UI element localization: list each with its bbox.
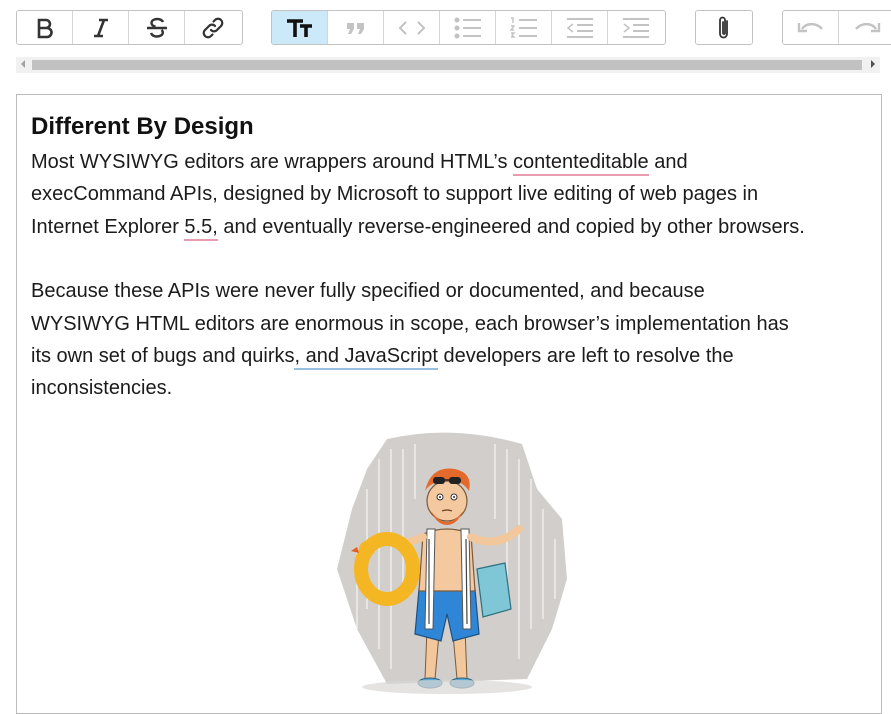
- paragraph-1-line-1-b: and: [648, 151, 688, 173]
- link-button[interactable]: [185, 11, 241, 44]
- misspelled-word[interactable]: contenteditable: [513, 151, 649, 176]
- paragraph-1-line-3-b: and eventually reverse-engineered and co…: [217, 215, 805, 238]
- quote-button[interactable]: [328, 11, 384, 44]
- paragraph-2: Because these APIs were never fully spec…: [31, 275, 881, 405]
- code-icon: [398, 20, 425, 35]
- document-body[interactable]: Different By Design Most WYSIWYG editors…: [31, 111, 881, 405]
- history-group: [782, 10, 891, 45]
- paperclip-icon: [719, 16, 728, 38]
- editor-toolbar: [0, 0, 891, 56]
- editor-content-area[interactable]: Different By Design Most WYSIWYG editors…: [16, 94, 882, 714]
- bullet-list-icon: [454, 17, 481, 38]
- block-format-group: [271, 10, 666, 45]
- redo-icon: [855, 22, 881, 32]
- outdent-icon: [566, 17, 593, 38]
- undo-icon: [797, 22, 823, 32]
- bold-button[interactable]: [17, 11, 73, 44]
- strikethrough-button[interactable]: [129, 11, 185, 44]
- italic-icon: [93, 18, 108, 37]
- bullet-list-button[interactable]: [440, 11, 496, 44]
- scroll-right-arrow-icon[interactable]: [871, 60, 875, 68]
- text-style-group: [16, 10, 243, 45]
- indent-icon: [623, 17, 649, 38]
- paragraph-1-line-1-a: Most WYSIWYG editors are wrappers around…: [31, 151, 514, 173]
- numbered-list-button[interactable]: [496, 11, 552, 44]
- horizontal-scrollbar[interactable]: [16, 57, 880, 73]
- paragraph-2-line-3-a: its own set of bugs and quirks: [31, 345, 295, 368]
- numbered-list-icon: [509, 16, 537, 38]
- scroll-left-arrow-icon[interactable]: [21, 60, 25, 68]
- man-in-rain-illustration: [337, 432, 567, 694]
- paragraph-2-line-2: WYSIWYG HTML editors are enormous in sco…: [31, 312, 789, 335]
- heading-icon: [286, 18, 312, 37]
- heading-button[interactable]: [272, 11, 328, 44]
- code-button[interactable]: [384, 11, 440, 44]
- redo-button[interactable]: [839, 11, 891, 44]
- paragraph-2-line-3-b: developers are left to resolve the: [437, 345, 734, 368]
- increase-indent-button[interactable]: [608, 11, 664, 44]
- grammar-flagged-text[interactable]: , and JavaScript: [294, 345, 438, 371]
- paragraph-1-line-2: execCommand APIs, designed by Microsoft …: [31, 183, 759, 206]
- italic-button[interactable]: [73, 11, 129, 44]
- paragraph-1-line-3-a: Internet Explorer: [31, 215, 185, 238]
- bold-icon: [37, 18, 53, 38]
- file-group: [695, 10, 753, 45]
- paragraph-1: Most WYSIWYG editors are wrappers around…: [31, 146, 881, 243]
- attach-file-button[interactable]: [696, 11, 752, 44]
- decrease-indent-button[interactable]: [552, 11, 608, 44]
- quote-icon: [346, 22, 364, 34]
- flagged-version-text[interactable]: 5.5,: [184, 215, 218, 241]
- link-icon: [202, 17, 224, 38]
- paragraph-2-line-4: inconsistencies.: [31, 377, 173, 400]
- undo-button[interactable]: [783, 11, 839, 44]
- scrollbar-thumb[interactable]: [32, 60, 862, 70]
- strikethrough-icon: [146, 17, 167, 38]
- document-heading: Different By Design: [31, 113, 254, 140]
- paragraph-2-line-1: Because these APIs were never fully spec…: [31, 280, 705, 303]
